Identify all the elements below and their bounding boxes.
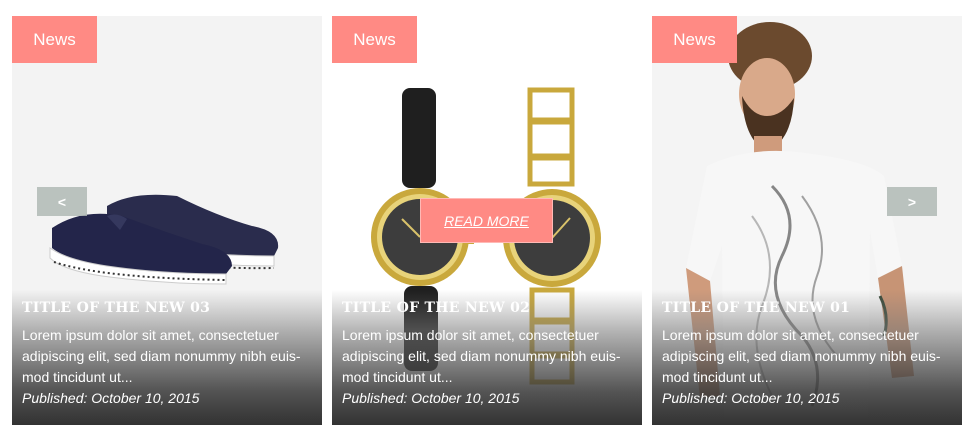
card-published-date: Published: October 10, 2015: [662, 390, 840, 406]
news-badge: News: [12, 16, 97, 63]
card-caption: TITLE OF THE NEW 03 Lorem ipsum dolor si…: [12, 290, 322, 425]
news-badge: News: [332, 16, 417, 63]
news-card-01[interactable]: News TITLE OF THE NEW 01 Lorem ipsum dol…: [652, 16, 962, 425]
news-badge: News: [652, 16, 737, 63]
card-title[interactable]: TITLE OF THE NEW 02: [342, 300, 632, 316]
news-card-03[interactable]: News TITLE OF THE NEW 03 Lorem ipsum dol…: [12, 16, 322, 425]
card-title[interactable]: TITLE OF THE NEW 03: [22, 300, 312, 316]
card-published-date: Published: October 10, 2015: [342, 390, 520, 406]
card-excerpt: Lorem ipsum dolor sit amet, consectetuer…: [342, 327, 621, 385]
card-caption: TITLE OF THE NEW 02 Lorem ipsum dolor si…: [332, 290, 642, 425]
card-excerpt: Lorem ipsum dolor sit amet, consectetuer…: [22, 327, 301, 385]
carousel-next-button[interactable]: >: [887, 187, 937, 216]
read-more-button[interactable]: READ MORE: [420, 198, 553, 243]
card-caption: TITLE OF THE NEW 01 Lorem ipsum dolor si…: [652, 290, 962, 425]
card-excerpt: Lorem ipsum dolor sit amet, consectetuer…: [662, 327, 941, 385]
card-title[interactable]: TITLE OF THE NEW 01: [662, 300, 952, 316]
card-published-date: Published: October 10, 2015: [22, 390, 200, 406]
carousel-prev-button[interactable]: <: [37, 187, 87, 216]
